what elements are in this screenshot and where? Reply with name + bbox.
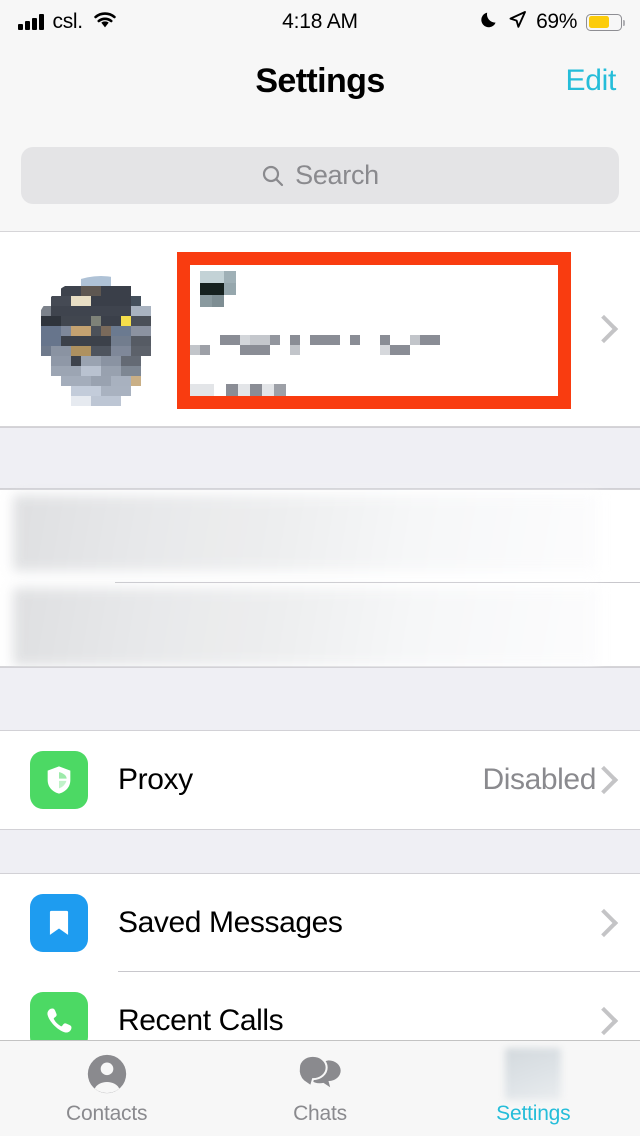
- shield-icon: [30, 751, 88, 809]
- status-bar: csl. 4:18 AM 69%: [0, 0, 640, 44]
- redacted-content: [13, 588, 598, 666]
- battery-icon: [586, 13, 626, 31]
- search-placeholder: Search: [295, 160, 379, 190]
- navigation-bar: Settings Edit: [0, 44, 640, 118]
- tab-settings[interactable]: Settings: [427, 1040, 640, 1136]
- clock-label: 4:18 AM: [282, 10, 358, 33]
- settings-group-proxy: Proxy Disabled: [0, 731, 640, 829]
- edit-button[interactable]: Edit: [566, 64, 617, 98]
- bookmark-icon: [30, 894, 88, 952]
- cellular-bars-icon: [18, 14, 44, 30]
- page-title: Settings: [255, 61, 385, 100]
- tab-label: Contacts: [66, 1101, 148, 1125]
- chevron-right-icon: [589, 1006, 619, 1036]
- tab-label: Settings: [496, 1101, 571, 1125]
- battery-percent-label: 69%: [536, 10, 577, 33]
- wifi-icon: [92, 10, 118, 34]
- status-bar-right: 69%: [358, 10, 626, 34]
- moon-icon: [480, 10, 499, 34]
- tab-chats[interactable]: Chats: [213, 1040, 426, 1136]
- list-item[interactable]: [0, 582, 640, 667]
- redacted-content: [13, 495, 598, 571]
- search-container: Search: [0, 118, 640, 231]
- status-bar-left: csl.: [18, 10, 282, 34]
- list-item-value: Disabled: [482, 763, 596, 796]
- location-arrow-icon: [508, 10, 527, 34]
- carrier-label: csl.: [52, 10, 84, 33]
- person-circle-icon: [84, 1051, 130, 1097]
- iphone-screen: csl. 4:18 AM 69% Settings Edit Search Pr…: [0, 0, 640, 1136]
- list-item-proxy[interactable]: Proxy Disabled: [0, 731, 640, 829]
- tab-contacts[interactable]: Contacts: [0, 1040, 213, 1136]
- tab-label: Chats: [293, 1101, 347, 1125]
- pixelated-avatar-image: [31, 276, 171, 416]
- list-item-label: Recent Calls: [118, 1004, 284, 1037]
- gear-icon-blurred: [505, 1047, 562, 1100]
- list-item-saved-messages[interactable]: Saved Messages: [0, 874, 640, 972]
- tab-bar: Contacts Chats Settings: [0, 1040, 640, 1136]
- chevron-right-icon: [589, 314, 619, 344]
- chevron-right-icon: [589, 908, 619, 938]
- search-input[interactable]: Search: [21, 147, 619, 204]
- annotation-highlight-rectangle: [177, 252, 571, 409]
- section-spacer: [0, 829, 640, 874]
- redacted-settings-group: [0, 489, 640, 667]
- section-spacer: [0, 427, 640, 489]
- status-bar-center: 4:18 AM: [282, 10, 358, 34]
- chat-bubbles-icon: [296, 1051, 344, 1097]
- search-icon: [261, 164, 285, 188]
- section-spacer: [0, 667, 640, 731]
- list-item-label: Saved Messages: [118, 906, 343, 939]
- list-item[interactable]: [0, 489, 640, 583]
- list-item-label: Proxy: [118, 763, 193, 796]
